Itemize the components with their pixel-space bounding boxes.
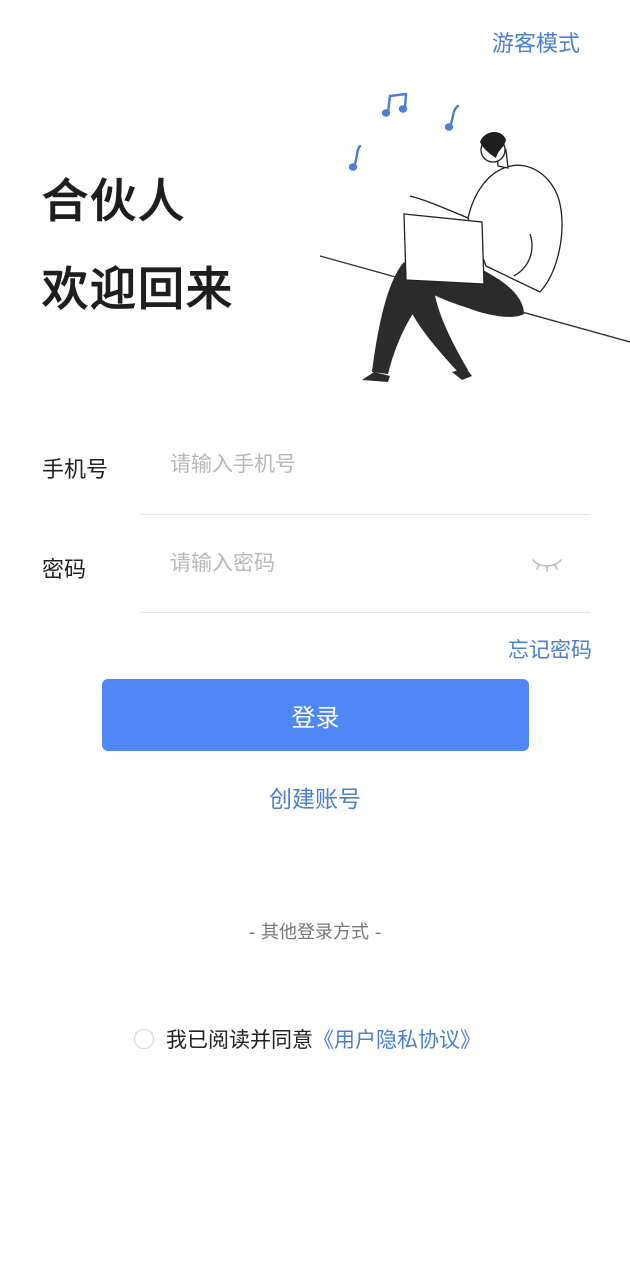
music-notes-icon	[348, 92, 460, 171]
phone-input[interactable]	[170, 444, 510, 484]
login-button[interactable]: 登录	[102, 679, 529, 751]
password-label: 密码	[42, 558, 87, 583]
password-input[interactable]	[170, 543, 510, 583]
hero-title-line2: 欢迎回来	[42, 262, 234, 316]
password-divider	[140, 612, 590, 613]
privacy-policy-link[interactable]: 《用户隐私协议》	[313, 1024, 481, 1054]
forgot-password-link[interactable]: 忘记密码	[508, 634, 592, 664]
create-account-link[interactable]: 创建账号	[0, 780, 630, 814]
phone-divider	[140, 514, 590, 515]
other-login-methods-label: - 其他登录方式 -	[248, 922, 382, 943]
agreement-radio[interactable]	[134, 1029, 154, 1049]
eye-closed-icon[interactable]	[530, 550, 564, 576]
person-with-laptop-illustration	[319, 92, 630, 382]
hero-title-line1: 合伙人	[42, 174, 186, 228]
agreement-text: 我已阅读并同意	[166, 1028, 313, 1052]
phone-label: 手机号	[42, 458, 109, 483]
guest-mode-link[interactable]: 游客模式	[492, 26, 580, 58]
agreement-row: 我已阅读并同意 《用户隐私协议》	[134, 1024, 481, 1054]
